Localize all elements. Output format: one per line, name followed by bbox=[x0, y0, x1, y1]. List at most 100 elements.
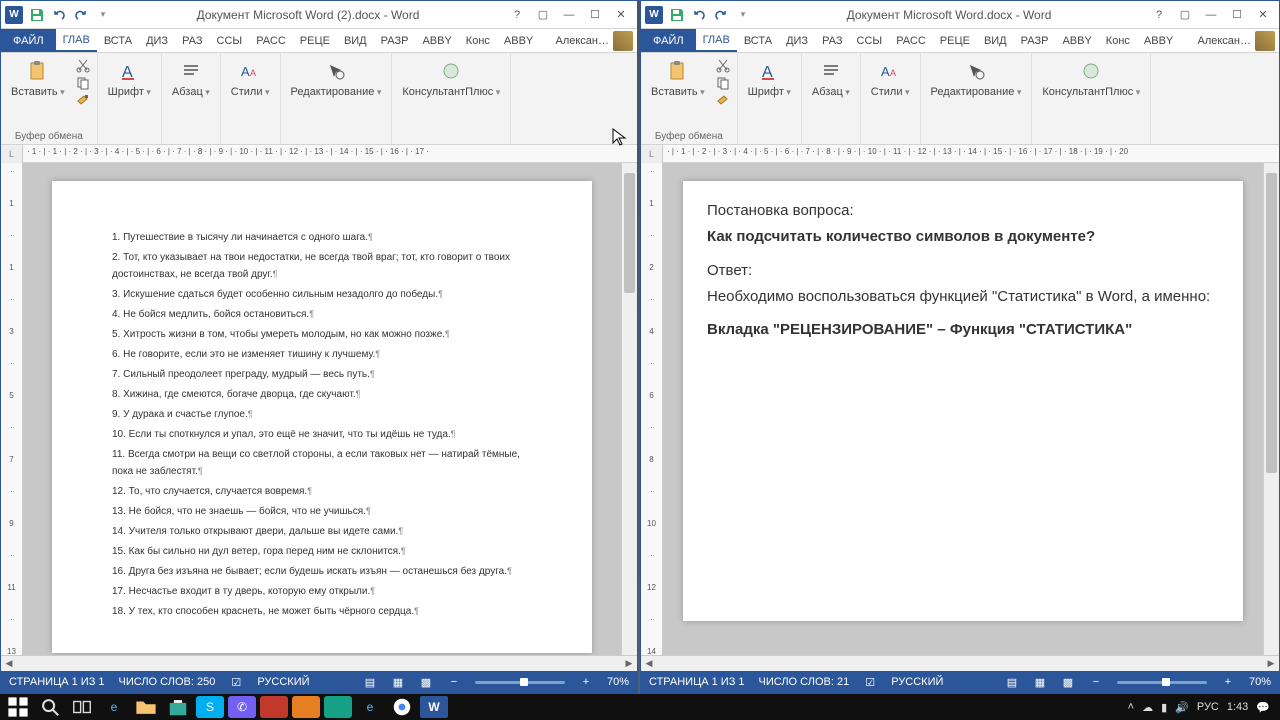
tab-mailings[interactable]: РАСС bbox=[249, 29, 293, 52]
status-language[interactable]: РУССКИЙ bbox=[891, 676, 943, 688]
proofing-icon[interactable]: ☑ bbox=[229, 675, 243, 689]
scrollbar-vertical[interactable] bbox=[621, 163, 637, 655]
tab-layout[interactable]: РАЗ bbox=[175, 29, 209, 52]
read-mode-icon[interactable]: ▤ bbox=[1005, 675, 1019, 689]
tab-consultant[interactable]: Конс bbox=[459, 29, 497, 52]
zoom-slider[interactable] bbox=[1117, 681, 1207, 684]
print-layout-icon[interactable]: ▦ bbox=[391, 675, 405, 689]
ie-icon[interactable]: e bbox=[356, 696, 384, 718]
ribbon-options-icon[interactable]: ▢ bbox=[1173, 5, 1197, 25]
print-layout-icon[interactable]: ▦ bbox=[1033, 675, 1047, 689]
viber-icon[interactable]: ✆ bbox=[228, 696, 256, 718]
font-button[interactable]: AШрифт bbox=[744, 57, 795, 100]
tab-layout[interactable]: РАЗ bbox=[815, 29, 849, 52]
format-painter-icon[interactable] bbox=[75, 93, 91, 109]
user-account[interactable]: Алексан… bbox=[1193, 29, 1279, 52]
language-indicator[interactable]: РУС bbox=[1197, 701, 1219, 713]
tab-abbyy[interactable]: ABBY bbox=[415, 29, 458, 52]
start-button[interactable] bbox=[4, 696, 32, 718]
app-icon[interactable] bbox=[292, 696, 320, 718]
qat-more-icon[interactable] bbox=[735, 7, 751, 23]
tab-file[interactable]: ФАЙЛ bbox=[1, 29, 56, 52]
save-icon[interactable] bbox=[29, 7, 45, 23]
chrome-icon[interactable] bbox=[388, 696, 416, 718]
scrollbar-horizontal[interactable]: ◀▶ bbox=[1, 655, 637, 671]
tab-consultant[interactable]: Конс bbox=[1099, 29, 1137, 52]
zoom-out-icon[interactable]: − bbox=[1089, 675, 1103, 689]
notifications-icon[interactable]: 💬 bbox=[1256, 701, 1270, 714]
app-icon[interactable] bbox=[260, 696, 288, 718]
ruler-corner[interactable]: L bbox=[1, 145, 23, 163]
tab-review[interactable]: РЕЦЕ bbox=[933, 29, 977, 52]
ribbon-options-icon[interactable]: ▢ bbox=[531, 5, 555, 25]
tab-home[interactable]: ГЛАВ bbox=[56, 29, 97, 52]
onedrive-icon[interactable]: ☁ bbox=[1142, 701, 1153, 714]
undo-icon[interactable] bbox=[51, 7, 67, 23]
tab-file[interactable]: ФАЙЛ bbox=[641, 29, 696, 52]
tab-view[interactable]: ВИД bbox=[977, 29, 1014, 52]
font-button[interactable]: AШрифт bbox=[104, 57, 155, 100]
minimize-button[interactable]: — bbox=[1199, 5, 1223, 25]
minimize-button[interactable]: — bbox=[557, 5, 581, 25]
redo-icon[interactable] bbox=[73, 7, 89, 23]
paste-button[interactable]: Вставить bbox=[647, 57, 709, 100]
status-words[interactable]: ЧИСЛО СЛОВ: 250 bbox=[119, 676, 216, 688]
help-icon[interactable]: ? bbox=[1147, 5, 1171, 25]
tab-references[interactable]: ССЫ bbox=[850, 29, 890, 52]
read-mode-icon[interactable]: ▤ bbox=[363, 675, 377, 689]
tab-design[interactable]: ДИЗ bbox=[139, 29, 175, 52]
copy-icon[interactable] bbox=[715, 75, 731, 91]
zoom-value[interactable]: 70% bbox=[1249, 676, 1271, 688]
explorer-icon[interactable] bbox=[132, 696, 160, 718]
proofing-icon[interactable]: ☑ bbox=[863, 675, 877, 689]
zoom-slider[interactable] bbox=[475, 681, 565, 684]
status-page[interactable]: СТРАНИЦА 1 ИЗ 1 bbox=[649, 676, 745, 688]
tab-abbyy[interactable]: ABBY bbox=[1055, 29, 1098, 52]
word-taskbar-icon[interactable]: W bbox=[420, 696, 448, 718]
styles-button[interactable]: AAСтили bbox=[227, 57, 274, 100]
redo-icon[interactable] bbox=[713, 7, 729, 23]
scrollbar-horizontal[interactable]: ◀▶ bbox=[641, 655, 1279, 671]
tab-developer[interactable]: РАЗР bbox=[1014, 29, 1056, 52]
consultant-button[interactable]: КонсультантПлюс bbox=[398, 57, 504, 100]
consultant-button[interactable]: КонсультантПлюс bbox=[1038, 57, 1144, 100]
status-page[interactable]: СТРАНИЦА 1 ИЗ 1 bbox=[9, 676, 105, 688]
app-icon[interactable] bbox=[324, 696, 352, 718]
cut-icon[interactable] bbox=[75, 57, 91, 73]
tab-developer[interactable]: РАЗР bbox=[374, 29, 416, 52]
editing-button[interactable]: Редактирование bbox=[287, 57, 386, 100]
zoom-out-icon[interactable]: − bbox=[447, 675, 461, 689]
clock[interactable]: 1:43 bbox=[1227, 701, 1248, 713]
network-icon[interactable]: ▮ bbox=[1161, 701, 1167, 714]
cut-icon[interactable] bbox=[715, 57, 731, 73]
tab-abbyy2[interactable]: ABBY bbox=[497, 29, 540, 52]
paste-button[interactable]: Вставить bbox=[7, 57, 69, 100]
tab-insert[interactable]: ВСТА bbox=[97, 29, 139, 52]
tab-home[interactable]: ГЛАВ bbox=[696, 29, 737, 52]
zoom-value[interactable]: 70% bbox=[607, 676, 629, 688]
volume-icon[interactable]: 🔊 bbox=[1175, 701, 1189, 714]
tab-abbyy2[interactable]: ABBY bbox=[1137, 29, 1180, 52]
close-button[interactable]: ✕ bbox=[1251, 5, 1275, 25]
tab-insert[interactable]: ВСТА bbox=[737, 29, 779, 52]
paragraph-button[interactable]: Абзац bbox=[168, 57, 214, 100]
zoom-in-icon[interactable]: + bbox=[1221, 675, 1235, 689]
skype-icon[interactable]: S bbox=[196, 696, 224, 718]
task-view-icon[interactable] bbox=[68, 696, 96, 718]
document-page[interactable]: Постановка вопроса: Как подсчитать колич… bbox=[683, 181, 1243, 621]
qat-more-icon[interactable] bbox=[95, 7, 111, 23]
save-icon[interactable] bbox=[669, 7, 685, 23]
close-button[interactable]: ✕ bbox=[609, 5, 633, 25]
undo-icon[interactable] bbox=[691, 7, 707, 23]
help-icon[interactable]: ? bbox=[505, 5, 529, 25]
editing-button[interactable]: Редактирование bbox=[927, 57, 1026, 100]
tab-design[interactable]: ДИЗ bbox=[779, 29, 815, 52]
scrollbar-vertical[interactable] bbox=[1263, 163, 1279, 655]
document-page[interactable]: 1. Путешествие в тысячу ли начинается с … bbox=[52, 181, 592, 653]
status-words[interactable]: ЧИСЛО СЛОВ: 21 bbox=[759, 676, 850, 688]
zoom-in-icon[interactable]: + bbox=[579, 675, 593, 689]
copy-icon[interactable] bbox=[75, 75, 91, 91]
format-painter-icon[interactable] bbox=[715, 93, 731, 109]
search-icon[interactable] bbox=[36, 696, 64, 718]
page-scroll[interactable]: 1. Путешествие в тысячу ли начинается с … bbox=[23, 163, 621, 655]
